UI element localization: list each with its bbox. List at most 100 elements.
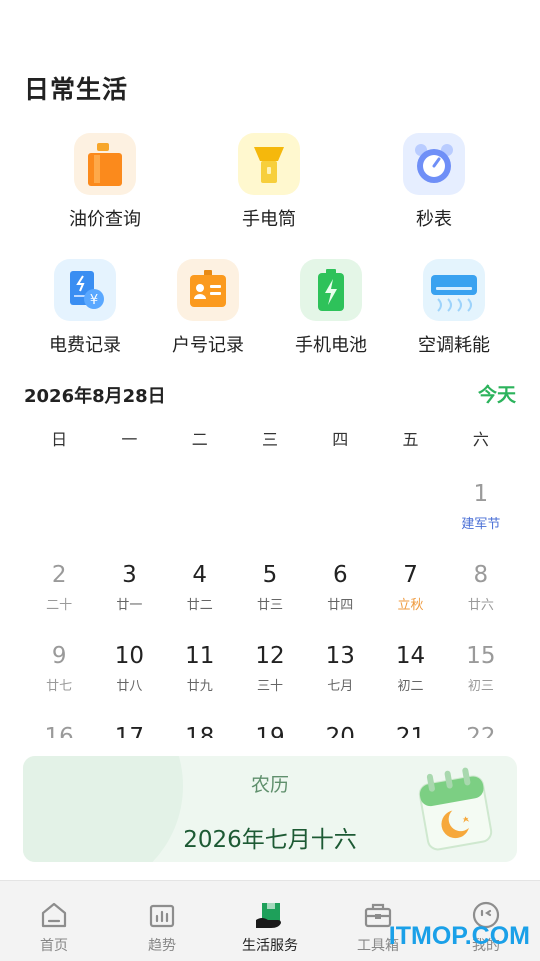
calendar-day-cell[interactable]: 11 廿九 — [165, 632, 235, 713]
day-number: 20 — [325, 724, 355, 739]
weekday-label: 六 — [472, 430, 489, 449]
calendar-empty-cell — [165, 470, 235, 551]
tab-label: 生活服务 — [242, 938, 298, 954]
tab-life-service[interactable]: 生活服务 — [216, 881, 324, 955]
calendar-day-cell[interactable]: 22 — [446, 713, 516, 739]
section-title: 日常生活 — [24, 75, 129, 104]
tool-label: 手电筒 — [242, 209, 296, 230]
calendar-day-cell[interactable]: 14 初二 — [375, 632, 445, 713]
watermark: ITMOP.COM — [388, 922, 530, 950]
day-number: 12 — [255, 643, 285, 669]
calendar-day-cell[interactable]: 3 廿一 — [94, 551, 164, 632]
oil-can-icon — [74, 133, 136, 195]
calendar-day-cell[interactable]: 21 — [375, 713, 445, 739]
tab-home[interactable]: 首页 — [0, 881, 108, 955]
lunar-day-label: 廿六 — [467, 598, 494, 613]
weekday-label: 一 — [121, 430, 138, 449]
electric-bill-tool[interactable]: ¥ 电费记录 — [25, 259, 145, 357]
calendar-empty-cell — [375, 470, 445, 551]
lunar-day-label: 立秋 — [397, 598, 424, 613]
lunar-day-label: 廿八 — [116, 679, 143, 694]
calendar-day-cell[interactable]: 9 廿七 — [24, 632, 94, 713]
calendar-empty-cell — [305, 470, 375, 551]
tab-label: 趋势 — [148, 938, 176, 954]
day-number: 7 — [403, 562, 418, 588]
phone-battery-tool[interactable]: 手机电池 — [271, 259, 391, 357]
calendar-day-cell[interactable]: 1 建军节 — [446, 470, 516, 551]
day-number: 2 — [51, 562, 67, 588]
ac-energy-tool[interactable]: 空调耗能 — [394, 259, 514, 357]
trend-chart-icon — [108, 895, 216, 935]
calendar-day-cell[interactable]: 4 廿二 — [165, 551, 235, 632]
calendar-month-view[interactable]: 1 建军节 2 二十 3 廿一 4 廿二 5 廿三 6 廿四 7 立秋 8 廿六 9 廿七 10 廿八 11 廿九 12 三十… — [24, 470, 516, 739]
day-number — [305, 470, 375, 483]
weekday-header: 日 一 二 三 四 五 六 — [24, 426, 516, 449]
day-number — [235, 470, 305, 483]
lunar-day-label: 初三 — [467, 679, 494, 694]
tool-label: 电费记录 — [49, 335, 121, 356]
tool-label: 秒表 — [416, 209, 452, 230]
weekday-label: 四 — [332, 430, 349, 449]
calendar-day-cell[interactable]: 10 廿八 — [94, 632, 164, 713]
lunar-day-label: 建军节 — [461, 517, 501, 532]
day-number: 15 — [466, 643, 496, 669]
day-number — [94, 470, 164, 483]
life-service-icon — [216, 895, 324, 935]
stopwatch-icon — [403, 133, 465, 195]
calendar-day-cell[interactable]: 7 立秋 — [375, 551, 445, 632]
weekday-label: 二 — [191, 430, 208, 449]
lunar-date-card[interactable]: 农历 2026年七月十六 — [23, 756, 517, 862]
id-card-icon — [177, 259, 239, 321]
day-number: 14 — [395, 643, 426, 669]
today-button[interactable]: 今天 — [478, 380, 516, 407]
calendar-day-cell[interactable]: 20 — [305, 713, 375, 739]
day-number: 19 — [255, 724, 285, 739]
calendar-day-cell[interactable]: 8 廿六 — [446, 551, 516, 632]
calendar-day-cell[interactable]: 12 三十 — [235, 632, 305, 713]
lunar-day-label: 廿二 — [186, 598, 213, 613]
day-number: 11 — [185, 643, 215, 669]
calendar-current-date[interactable]: 2026年8月28日 — [24, 382, 166, 408]
weekday-label: 五 — [402, 430, 419, 449]
calendar-empty-cell — [235, 470, 305, 551]
svg-text:¥: ¥ — [90, 293, 98, 308]
flashlight-tool[interactable]: 手电筒 — [209, 133, 329, 231]
calendar-day-cell[interactable]: 6 廿四 — [305, 551, 375, 632]
air-conditioner-icon — [423, 259, 485, 321]
calendar-empty-cell — [94, 470, 164, 551]
tab-trend[interactable]: 趋势 — [108, 881, 216, 955]
tab-label: 首页 — [40, 938, 68, 954]
day-number: 4 — [192, 562, 208, 588]
day-number — [24, 470, 94, 483]
day-number: 17 — [114, 724, 145, 739]
lunar-day-label: 廿四 — [327, 598, 354, 613]
flashlight-icon — [238, 133, 300, 195]
calendar-day-cell[interactable]: 2 二十 — [24, 551, 94, 632]
calendar-day-cell[interactable]: 15 初三 — [446, 632, 516, 713]
calendar-day-cell[interactable]: 5 廿三 — [235, 551, 305, 632]
calendar-day-cell[interactable]: 16 — [24, 713, 94, 739]
lunar-day-label: 二十 — [46, 598, 73, 613]
calendar-day-cell[interactable]: 17 — [94, 713, 164, 739]
electric-bill-icon: ¥ — [54, 259, 116, 321]
calendar-day-cell[interactable]: 19 — [235, 713, 305, 739]
day-number: 22 — [466, 724, 496, 739]
tool-label: 油价查询 — [69, 209, 141, 230]
lunar-day-label: 廿九 — [186, 679, 213, 694]
day-number: 13 — [325, 643, 355, 669]
day-number: 6 — [332, 562, 348, 588]
oil-price-tool[interactable]: 油价查询 — [45, 133, 165, 231]
tool-label: 手机电池 — [295, 335, 367, 356]
calendar-day-cell[interactable]: 13 七月 — [305, 632, 375, 713]
day-number: 1 — [473, 481, 489, 507]
battery-icon — [300, 259, 362, 321]
home-icon — [0, 895, 108, 935]
day-number — [165, 470, 235, 483]
day-number: 5 — [262, 562, 278, 588]
stopwatch-tool[interactable]: 秒表 — [374, 133, 494, 231]
calendar-day-cell[interactable]: 18 — [165, 713, 235, 739]
lunar-day-label: 廿一 — [116, 598, 143, 613]
day-number: 3 — [122, 562, 137, 588]
day-number — [375, 470, 445, 483]
account-number-tool[interactable]: 户号记录 — [148, 259, 268, 357]
